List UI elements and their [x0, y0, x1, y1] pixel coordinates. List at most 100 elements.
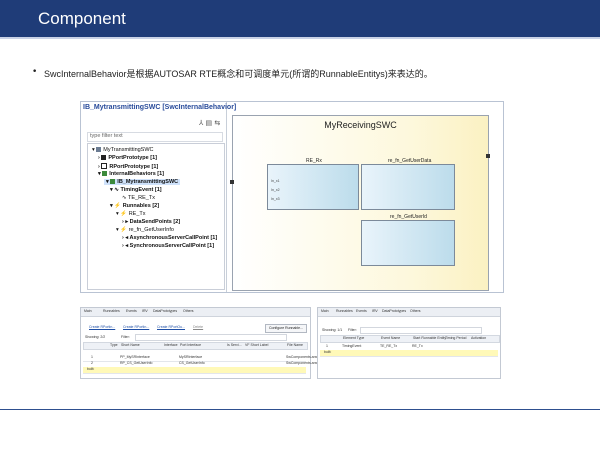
runnable-icon: ⚡	[114, 203, 122, 209]
editor-tabs: Main Runnables Events IRV DataPrototypes…	[318, 308, 500, 317]
runnable-label: RE_Rx	[306, 158, 322, 164]
grid-header: Type Short Name Interface Port Interface…	[83, 342, 308, 350]
tab-runnables[interactable]: Runnables	[103, 309, 120, 313]
tree-node[interactable]: ∿ TE_RE_Tx	[122, 195, 155, 201]
send-point-icon: ▸	[125, 219, 129, 225]
tree-node[interactable]: ▾ MyTransmittingSWC	[92, 147, 154, 153]
tree-node[interactable]: › PPortPrototype [1]	[98, 155, 157, 161]
swc-name: MyReceivingSWC	[324, 120, 397, 130]
filter-input[interactable]	[135, 334, 287, 341]
events-editor-screenshot: Main Runnables Events IRV DataPrototypes…	[317, 307, 501, 379]
tab-irv[interactable]: IRV	[372, 309, 378, 313]
column-header[interactable]: Port Interface	[180, 343, 201, 347]
port-label: In_x2	[271, 188, 280, 192]
tree-node[interactable]: ▾ ∿ TimingEvent [1]	[110, 187, 162, 193]
ports-editor-screenshot: Main Runnables Events IRV DataPrototypes…	[80, 307, 320, 379]
row-file: SwComponents.arxml	[286, 355, 321, 359]
runnable-icon: ⚡	[120, 227, 128, 233]
runnable-box[interactable]: RE_Rx In_x1 In_x2 In_x3	[267, 158, 359, 210]
built-row[interactable]: built:	[83, 367, 306, 374]
column-header[interactable]: Short Name	[121, 343, 140, 347]
grid-header: Element Type Event Name Start Runnable E…	[320, 335, 500, 343]
diagram-canvas[interactable]: MyReceivingSWC RE_Rx In_x1 In_x2 In_x3 r…	[230, 115, 490, 291]
port-label: In_x1	[271, 179, 280, 183]
built-row[interactable]: built:	[320, 350, 498, 357]
column-header[interactable]: Timing Period	[445, 336, 466, 340]
tree-pane-title: IB_MytransmittingSWC [SwcInternalBehavio…	[83, 104, 237, 111]
timing-icon: ∿	[122, 195, 127, 201]
behavior-icon	[102, 171, 108, 176]
filter-label: Filter:	[348, 328, 357, 332]
runnable-box[interactable]: re_fn_GetUserId	[361, 214, 455, 266]
port-marker[interactable]	[486, 154, 490, 158]
header-divider	[0, 37, 600, 39]
built-label: built:	[324, 350, 332, 354]
tree-filter-input[interactable]: type filter text	[87, 132, 223, 142]
runnable-label: re_fn_GetUserId	[390, 214, 427, 220]
row-interface: MySRInterface	[179, 355, 203, 359]
delete-button[interactable]: Delete	[193, 325, 203, 329]
column-header[interactable]: File Name	[287, 343, 303, 347]
runnable-box[interactable]: re_fn_GetUserData	[361, 158, 455, 210]
row-name: RP_CS_GetUserInfo	[120, 361, 153, 365]
create-rport-button[interactable]: Create RPortIn...	[123, 325, 149, 329]
tab-irv[interactable]: IRV	[142, 309, 148, 313]
runnable-label: re_fn_GetUserData	[388, 158, 432, 164]
filter-label: Filter:	[121, 335, 130, 339]
column-header[interactable]: Start Runnable Entity	[413, 336, 446, 340]
showing-count: Showing: 2/2	[85, 335, 106, 339]
tab-dataprototypes[interactable]: DataPrototypes	[382, 309, 406, 313]
footer-divider	[0, 409, 600, 410]
tab-runnables[interactable]: Runnables	[336, 309, 353, 313]
tree-node-selected[interactable]: ▾ IB_MytransmittingSWC	[104, 179, 181, 185]
behavior-icon	[110, 179, 116, 184]
tree-node[interactable]: › ▸ DataSendPoints [2]	[122, 219, 180, 225]
tree-toolbar-icons[interactable]: ⅄ ▤ ⇆	[199, 119, 220, 127]
tab-events[interactable]: Events	[356, 309, 367, 313]
column-header[interactable]: Activation	[471, 336, 486, 340]
bullet-text: SwcInternalBehavior是根据AUTOSAR RTE概念和可调度单…	[44, 69, 433, 79]
column-header[interactable]: Event Name	[381, 336, 400, 340]
tree-node[interactable]: ▾ InternalBehaviors [1]	[98, 171, 164, 177]
runnable-icon: ⚡	[120, 211, 128, 217]
column-header[interactable]: Element Type	[343, 336, 364, 340]
create-rport-button[interactable]: Create RPortIn...	[89, 325, 115, 329]
showing-count: Showing: 1/1	[322, 328, 343, 332]
port-marker[interactable]	[230, 180, 234, 184]
row-runnable: RE_Tx	[412, 344, 423, 348]
column-header[interactable]: Type	[110, 343, 118, 347]
tree-node[interactable]: › ◂ SynchronousServerCallPoint [1]	[122, 243, 214, 249]
column-header[interactable]: Is Servi...	[227, 343, 242, 347]
tab-others[interactable]: Others	[410, 309, 421, 313]
port-label: In_x3	[271, 197, 280, 201]
configure-runnable-button[interactable]: Configure Runnable...	[265, 324, 307, 333]
editor-tabs: Main Runnables Events IRV DataPrototypes…	[81, 308, 310, 317]
row-index: 2	[91, 361, 93, 365]
call-point-icon: ◂	[125, 235, 129, 241]
tree-node[interactable]: ▾ ⚡ re_fn_GetUserInfo	[116, 227, 174, 233]
row-event: TE_RE_Tx	[380, 344, 398, 348]
tree-node[interactable]: ▾ ⚡ RE_Tx	[116, 211, 146, 217]
row-type: TimingEvent	[342, 344, 362, 348]
row-interface: CS_GetUserInfo	[179, 361, 205, 365]
tree-node[interactable]: › RPortPrototype [1]	[98, 163, 158, 170]
row-name: PP_MySRInterface	[120, 355, 150, 359]
create-pport-button[interactable]: Create RPortOu...	[157, 325, 185, 329]
built-label: built:	[87, 367, 95, 371]
tree-node[interactable]: ▾ ⚡ Runnables [2]	[110, 203, 159, 209]
row-file: SwComponents.arxml	[286, 361, 321, 365]
tab-main[interactable]: Main	[84, 309, 92, 313]
column-header[interactable]: VF Short Label	[245, 343, 268, 347]
tab-main[interactable]: Main	[321, 309, 329, 313]
tab-dataprototypes[interactable]: DataPrototypes	[153, 309, 177, 313]
tree-node[interactable]: › ◂ AsynchronousServerCallPoint [1]	[122, 235, 217, 241]
outline-tree-pane: IB_MytransmittingSWC [SwcInternalBehavio…	[81, 102, 236, 292]
behavior-editor-screenshot: IB_MytransmittingSWC [SwcInternalBehavio…	[80, 101, 504, 293]
column-header[interactable]: Interface	[164, 343, 178, 347]
tab-events[interactable]: Events	[126, 309, 137, 313]
tab-others[interactable]: Others	[183, 309, 194, 313]
row-index: 1	[91, 355, 93, 359]
filter-input[interactable]	[360, 327, 482, 334]
rport-icon	[101, 163, 108, 169]
bullet-dot: •	[32, 67, 38, 77]
